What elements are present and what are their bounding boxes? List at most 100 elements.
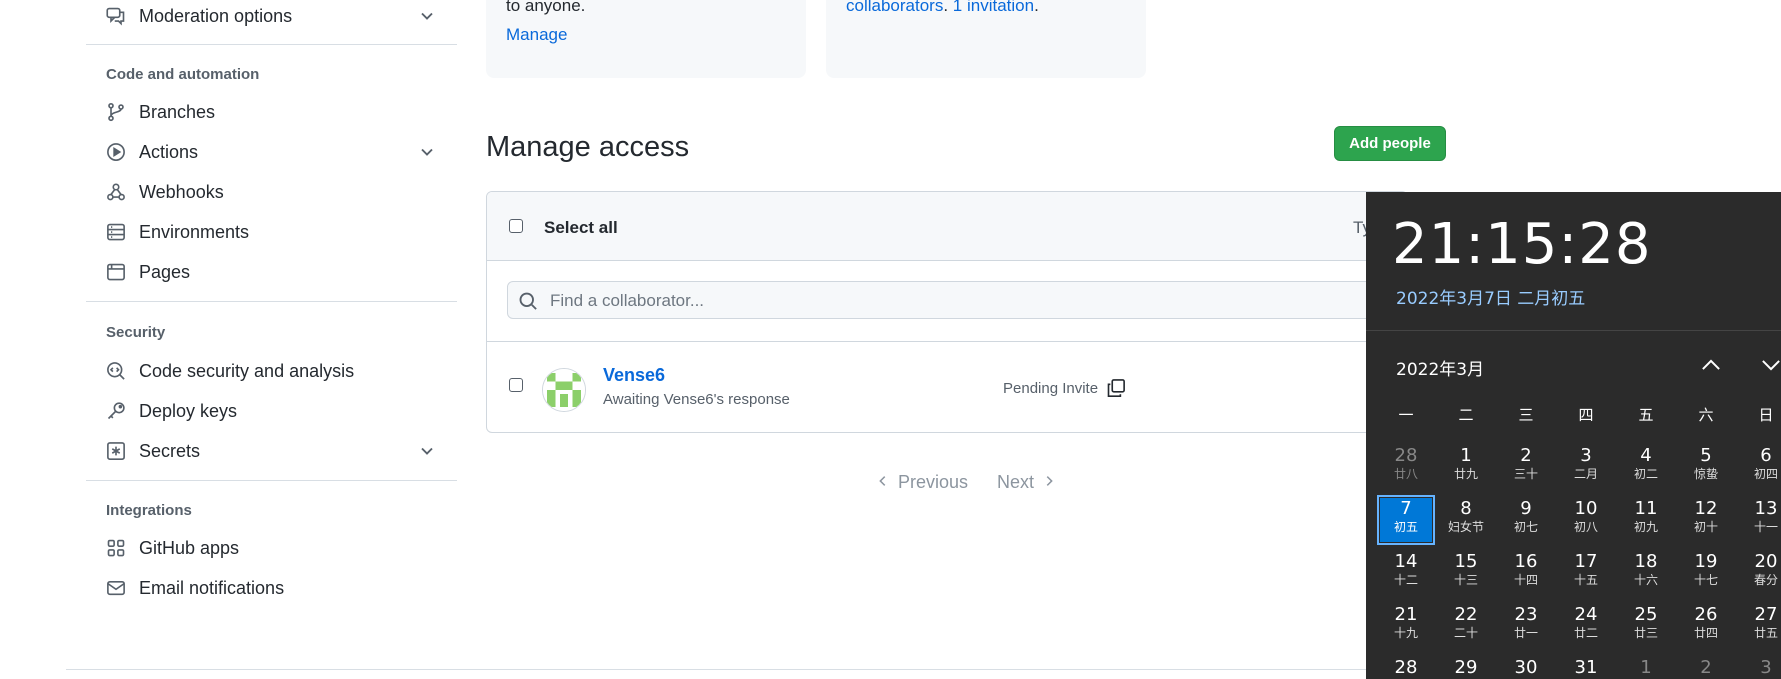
- lunar-date: 二月: [1573, 467, 1598, 481]
- calendar-day[interactable]: 16 十四: [1497, 548, 1555, 598]
- calendar-day[interactable]: 17 十五: [1557, 548, 1615, 598]
- sidebar-item-label: Email notifications: [139, 577, 285, 598]
- calendar-day[interactable]: 11 初九: [1617, 495, 1675, 545]
- calendar-day[interactable]: 31廿九: [1557, 654, 1615, 679]
- calendar-day[interactable]: 24 廿二: [1557, 601, 1615, 651]
- calendar-day[interactable]: 27 廿五: [1737, 601, 1781, 651]
- clock-calendar-flyout: 21:15:28 2022年3月7日 二月初五 2022年3月 一 二 三 四 五 六 日 2…: [1366, 192, 1781, 679]
- day-number: 29: [1454, 657, 1478, 678]
- calendar-day[interactable]: 25 廿三: [1617, 601, 1675, 651]
- weekday-header: 一: [1398, 406, 1414, 424]
- sidebar-item-actions[interactable]: Actions: [86, 132, 457, 172]
- day-number: 2: [1700, 657, 1712, 678]
- calendar-day[interactable]: 2初二: [1677, 654, 1735, 679]
- calendar-day[interactable]: 20 春分: [1737, 548, 1781, 598]
- lunar-date: 十一: [1753, 520, 1778, 534]
- lunar-date: 廿三: [1633, 626, 1658, 640]
- calendar-day[interactable]: 23 廿一: [1497, 601, 1555, 651]
- chevron-down-icon[interactable]: [1758, 352, 1781, 378]
- invitation-link[interactable]: 1 invitation: [953, 0, 1034, 15]
- collaborators-link[interactable]: collaborators: [846, 0, 943, 15]
- sidebar-item-github-apps[interactable]: GitHub apps: [86, 528, 457, 568]
- day-number: 25: [1634, 604, 1658, 625]
- day-number: 3: [1580, 445, 1592, 466]
- calendar-day-today[interactable]: 7 初五: [1377, 495, 1435, 545]
- day-number: 1: [1460, 445, 1472, 466]
- calendar-day[interactable]: 26 廿四: [1677, 601, 1735, 651]
- manage-link[interactable]: Manage: [506, 25, 567, 45]
- clock-date-link[interactable]: 2022年3月7日 二月初五: [1396, 284, 1585, 309]
- calendar-day[interactable]: 18 十六: [1617, 548, 1675, 598]
- calendar-month-label[interactable]: 2022年3月: [1396, 355, 1484, 380]
- lunar-date: 十四: [1513, 573, 1538, 587]
- sidebar-item-deploy-keys[interactable]: Deploy keys: [86, 391, 457, 431]
- collaborator-name-link[interactable]: Vense6: [603, 365, 665, 386]
- chevron-down-icon[interactable]: [417, 142, 437, 162]
- chevron-down-icon[interactable]: [417, 441, 437, 461]
- lunar-date: 初十: [1693, 520, 1718, 534]
- calendar-day[interactable]: 14 十二: [1377, 548, 1435, 598]
- day-number: 8: [1460, 498, 1472, 519]
- chevron-down-icon[interactable]: [417, 6, 437, 26]
- server-icon: [105, 221, 127, 243]
- day-number: 19: [1694, 551, 1718, 572]
- calendar-day[interactable]: 4 初二: [1617, 442, 1675, 492]
- pending-invite-label: Pending Invite: [1003, 379, 1099, 397]
- calendar-day[interactable]: 30廿八: [1497, 654, 1555, 679]
- calendar-day[interactable]: 2 三十: [1497, 442, 1555, 492]
- day-number: 6: [1760, 445, 1772, 466]
- calendar-day[interactable]: 15 十三: [1437, 548, 1495, 598]
- calendar-day[interactable]: 1三月: [1617, 654, 1675, 679]
- divider: [86, 480, 457, 481]
- search-input[interactable]: [548, 282, 1392, 320]
- calendar-day[interactable]: 6 初四: [1737, 442, 1781, 492]
- section-heading-integrations: Integrations: [106, 502, 192, 519]
- sidebar-item-moderation-options[interactable]: Moderation options: [86, 0, 457, 36]
- sidebar-item-secrets[interactable]: Secrets: [86, 431, 457, 471]
- calendar-day[interactable]: 9 初七: [1497, 495, 1555, 545]
- add-people-button[interactable]: Add people: [1334, 126, 1446, 161]
- pending-invite-badge: Pending Invite: [1003, 378, 1126, 398]
- search-field[interactable]: [507, 281, 1407, 320]
- chevron-up-icon[interactable]: [1698, 352, 1724, 378]
- sidebar-item-branches[interactable]: Branches: [86, 92, 457, 132]
- calendar-day[interactable]: 5 惊蛰: [1677, 442, 1735, 492]
- calendar-day[interactable]: 21 十九: [1377, 601, 1435, 651]
- row-checkbox[interactable]: [509, 378, 523, 392]
- calendar-day[interactable]: 28廿六: [1377, 654, 1435, 679]
- calendar-day[interactable]: 10 初八: [1557, 495, 1615, 545]
- day-number: 22: [1454, 604, 1478, 625]
- sidebar-item-code-security[interactable]: Code security and analysis: [86, 351, 457, 391]
- sidebar-item-email-notifications[interactable]: Email notifications: [86, 568, 457, 608]
- calendar-day[interactable]: 1 廿九: [1437, 442, 1495, 492]
- day-number: 28: [1394, 657, 1418, 678]
- lunar-date: 廿九: [1453, 467, 1478, 481]
- avatar[interactable]: [542, 368, 586, 412]
- lunar-date: 初五: [1393, 520, 1418, 534]
- calendar-day[interactable]: 22 二十: [1437, 601, 1495, 651]
- calendar-day[interactable]: 8 妇女节: [1437, 495, 1495, 545]
- section-heading-security: Security: [106, 324, 166, 341]
- calendar-day[interactable]: 29廿七: [1437, 654, 1495, 679]
- day-number: 23: [1514, 604, 1538, 625]
- calendar-day[interactable]: 3初三: [1737, 654, 1781, 679]
- sidebar-item-webhooks[interactable]: Webhooks: [86, 172, 457, 212]
- day-number: 9: [1520, 498, 1532, 519]
- calendar-day[interactable]: 3 二月: [1557, 442, 1615, 492]
- next-page-button[interactable]: Next: [997, 472, 1056, 493]
- select-all-checkbox[interactable]: [509, 219, 523, 233]
- weekday-header: 六: [1698, 406, 1714, 424]
- copy-icon[interactable]: [1106, 378, 1126, 398]
- previous-page-button[interactable]: Previous: [876, 472, 968, 493]
- weekday-header: 三: [1518, 406, 1534, 424]
- calendar-day[interactable]: 28 廿八: [1377, 442, 1435, 492]
- calendar-day[interactable]: 12 初十: [1677, 495, 1735, 545]
- calendar-day[interactable]: 13 十一: [1737, 495, 1781, 545]
- sidebar-item-pages[interactable]: Pages: [86, 252, 457, 292]
- lunar-date: 十九: [1393, 626, 1418, 640]
- weekday-header: 四: [1578, 406, 1594, 424]
- sidebar-item-label: Code security and analysis: [139, 360, 355, 381]
- calendar-day[interactable]: 19 十七: [1677, 548, 1735, 598]
- comment-discussion-icon: [105, 5, 127, 27]
- sidebar-item-environments[interactable]: Environments: [86, 212, 457, 252]
